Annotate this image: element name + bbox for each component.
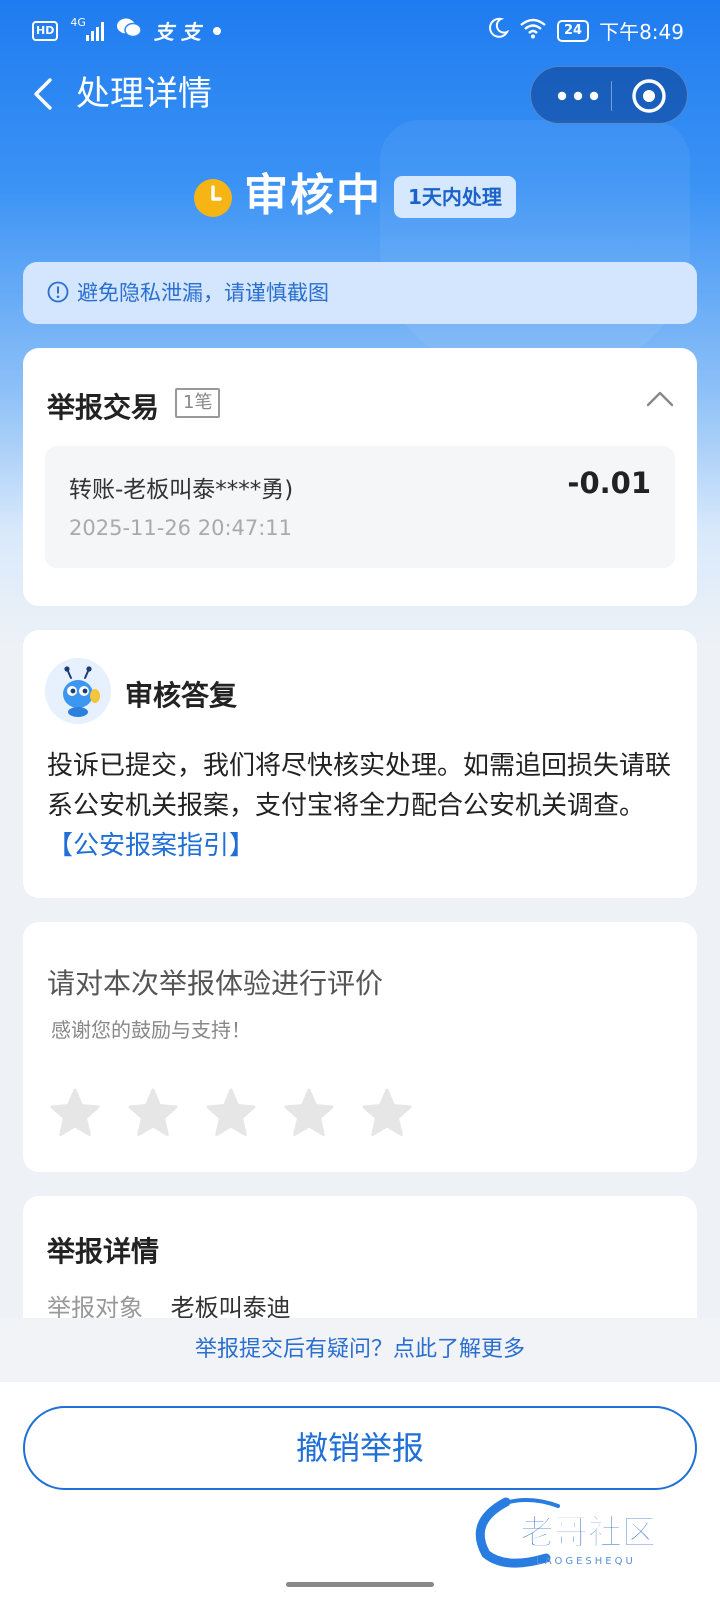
signal-icon: [85, 21, 104, 41]
laoge-community-watermark-logo: 老哥社区 LAOGESHEQU: [466, 1492, 696, 1572]
help-link[interactable]: 举报提交后有疑问？点此了解更多: [0, 1318, 720, 1382]
transaction-count-badge: 1笔: [175, 388, 221, 418]
transaction-amount: -0.01: [567, 466, 651, 500]
clock-icon: [193, 178, 233, 218]
ant-mascot-avatar: [45, 658, 111, 724]
svg-text:老哥社区: 老哥社区: [520, 1513, 656, 1553]
moon-icon: [487, 17, 510, 44]
wifi-icon: [519, 17, 547, 44]
star-icon[interactable]: [281, 1086, 337, 1142]
rating-title: 请对本次举报体验进行评价: [47, 967, 384, 1000]
miniapp-capsule: [530, 66, 688, 124]
back-button[interactable]: [28, 76, 64, 112]
rating-subtitle: 感谢您的鼓励与支持！: [51, 1018, 251, 1042]
shield-watermark: [380, 120, 690, 370]
processing-time-badge: 1天内处理: [394, 176, 516, 218]
status-bar: HD 4G 支 支 24 下午8:49: [0, 0, 720, 58]
svg-text:LAOGESHEQU: LAOGESHEQU: [536, 1556, 636, 1567]
review-status: 审核中 1天内处理: [0, 168, 720, 228]
star-icon[interactable]: [359, 1086, 415, 1142]
home-indicator[interactable]: [286, 1582, 434, 1587]
capsule-divider: [611, 81, 612, 111]
reply-title: 审核答复: [125, 679, 238, 712]
wechat-icon: [116, 17, 142, 44]
rating-card: 请对本次举报体验进行评价 感谢您的鼓励与支持！: [23, 922, 697, 1172]
page-title: 处理详情: [76, 74, 212, 114]
battery-icon: 24: [556, 19, 590, 42]
star-icon[interactable]: [203, 1086, 259, 1142]
chevron-up-icon[interactable]: [645, 388, 675, 410]
details-title: 举报详情: [47, 1235, 160, 1268]
navigation-bar: 处理详情: [0, 62, 720, 126]
clock-time: 下午8:49: [599, 20, 684, 44]
more-menu-button[interactable]: [553, 82, 603, 110]
more-notifications-dot: [212, 26, 221, 35]
reply-message: 投诉已提交，我们将尽快核实处理。如需追回损失请联系公安机关报案，支付宝将全力配合…: [47, 746, 677, 866]
notice-text: 避免隐私泄漏，请谨慎截图: [77, 281, 329, 305]
star-icon[interactable]: [47, 1086, 103, 1142]
transaction-name: 转账-老板叫泰****勇): [69, 477, 294, 503]
reply-body-text: 投诉已提交，我们将尽快核实处理。如需追回损失请联系公安机关报案，支付宝将全力配合…: [47, 751, 672, 821]
reported-transactions-card: 举报交易 1笔 转账-老板叫泰****勇) -0.01 2025-11-26 2…: [23, 348, 697, 606]
close-miniapp-button[interactable]: [631, 78, 667, 114]
star-rating: [47, 1086, 415, 1142]
hd-icon: HD: [32, 20, 59, 41]
police-report-guide-link[interactable]: 【公安报案指引】: [47, 831, 255, 861]
transaction-item[interactable]: 转账-老板叫泰****勇) -0.01 2025-11-26 20:47:11: [45, 446, 675, 568]
screen: HD 4G 支 支 24 下午8:49 处理详情 审核中 1天内处理 避免隐私泄…: [0, 0, 720, 1600]
bottom-action-area: 撤销举报 老哥社区 LAOGESHEQU: [0, 1382, 720, 1600]
network-label: 4G: [70, 16, 86, 29]
info-icon: [47, 281, 69, 303]
review-reply-card: 审核答复 投诉已提交，我们将尽快核实处理。如需追回损失请联系公安机关报案，支付宝…: [23, 630, 697, 898]
status-title: 审核中: [244, 170, 382, 221]
notification-app-icons: 支 支: [153, 20, 201, 44]
star-icon[interactable]: [125, 1086, 181, 1142]
section-title: 举报交易: [47, 391, 160, 424]
privacy-notice: 避免隐私泄漏，请谨慎截图: [23, 262, 697, 324]
transaction-time: 2025-11-26 20:47:11: [69, 516, 293, 540]
cancel-report-button[interactable]: 撤销举报: [23, 1406, 697, 1490]
